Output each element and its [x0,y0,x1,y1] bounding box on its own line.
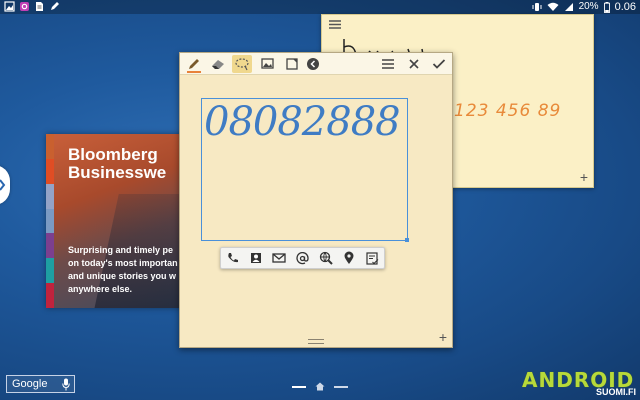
web-search-button[interactable] [317,249,335,267]
eraser-icon [212,60,224,69]
handwritten-number: 123 456 89 [454,101,562,121]
contact-button[interactable] [247,249,265,267]
battery-percentage: 20% [578,1,599,12]
back-icon [307,58,319,70]
selection-box[interactable]: 08082888 [201,98,409,242]
pen-icon [51,2,59,10]
home-icon[interactable] [315,382,325,391]
message-button[interactable] [270,249,288,267]
stripe-1 [46,134,54,159]
chevron-right-icon [0,179,6,191]
close-button[interactable] [404,55,424,73]
messenger-icon [20,2,29,11]
stripe-4 [46,208,54,234]
desc-line-4: anywhere else. [68,284,133,294]
contact-icon [250,253,261,263]
home-page-indicator [292,382,348,391]
gallery-icon [4,1,15,12]
pen-active-indicator [187,71,201,73]
wifi-icon [547,2,559,11]
page-dot-2[interactable] [334,385,348,388]
eraser-tool-button[interactable] [208,55,228,73]
pen-tool-button[interactable] [184,55,204,73]
insert-image-button[interactable] [258,55,278,73]
email-button[interactable] [293,249,311,267]
bloomberg-title: Bloomberg Businesswe [68,146,166,182]
expand-note-button[interactable] [282,55,302,73]
task-button[interactable] [363,249,381,267]
title-line-2: Businesswe [68,163,167,182]
list-icon [382,59,394,69]
lasso-select-icon [235,58,249,71]
stripe-2 [46,158,54,184]
phone-icon [227,253,238,263]
desc-line-3: and unique stories you w [68,271,177,281]
message-icon [272,253,286,263]
task-icon [366,251,379,265]
stripe-3 [46,183,54,209]
watermark-logo: ANDROID SUOMI.FI [522,368,636,400]
title-line-1: Bloomberg [68,145,158,164]
vibrate-icon [532,3,542,11]
bloomberg-description: Surprising and timely pe on today's most… [68,244,186,296]
done-button[interactable] [429,55,449,73]
battery-icon [603,1,610,13]
check-icon [432,59,446,69]
stripe-7 [46,283,54,308]
document-icon [36,2,43,11]
signal-icon [564,3,573,11]
clock: 0.06 [614,1,636,13]
color-stripes [46,134,54,308]
note-toolbar [180,53,452,75]
map-button[interactable] [340,249,358,267]
edge-panel-handle[interactable] [0,165,10,205]
web-search-icon [319,251,333,265]
menu-button[interactable] [378,55,398,73]
desc-line-2: on today's most importan [68,258,178,268]
expand-note-icon [286,58,298,70]
stripe-6 [46,258,54,284]
close-icon [409,59,419,69]
bloomberg-widget[interactable]: Bloomberg Businesswe Surprising and time… [46,134,186,308]
call-button[interactable] [224,249,242,267]
pen-icon [189,59,199,69]
desc-line-1: Surprising and timely pe [68,245,174,255]
email-icon [296,251,309,264]
lasso-tool-button[interactable] [232,55,252,73]
scrapbook-note-front[interactable]: 08082888 + [179,52,453,348]
map-pin-icon [344,251,354,264]
mic-icon[interactable] [62,378,70,391]
add-note-button[interactable]: + [439,329,447,345]
notification-icons [4,1,60,12]
insert-image-icon [261,58,274,69]
add-note-button[interactable]: + [580,169,588,185]
status-bar: 20% 0.06 [0,0,640,14]
page-dot-1[interactable] [292,385,306,388]
google-label: Google [12,378,48,390]
handwritten-phone-number: 08082888 [204,99,401,145]
action-bar [220,247,385,269]
stripe-5 [46,233,54,259]
system-status: 20% 0.06 [532,0,636,14]
google-search-widget[interactable]: Google [6,375,75,393]
note-drag-handle[interactable] [308,339,324,344]
back-button[interactable] [303,55,323,73]
resize-handle[interactable] [405,238,409,242]
watermark-subtitle: SUOMI.FI [596,387,636,397]
list-icon[interactable] [328,19,342,30]
